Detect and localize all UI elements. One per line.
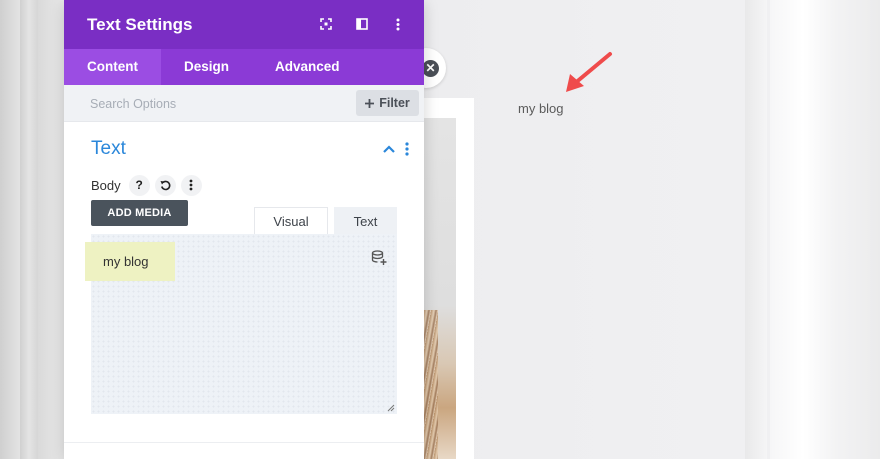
filter-label: Filter (379, 96, 410, 110)
text-section-header[interactable]: Text (64, 122, 424, 174)
sidebar-layout-icon[interactable] (353, 14, 371, 34)
modal-tabs: Content Design Advanced (64, 49, 424, 85)
resize-handle-icon[interactable] (387, 404, 395, 412)
section-title: Text (91, 138, 126, 159)
background-door (770, 0, 880, 459)
undo-icon[interactable] (154, 174, 176, 196)
modal-title: Text Settings (87, 14, 193, 34)
editor-tab-text[interactable]: Text (334, 207, 397, 235)
tab-design[interactable]: Design (161, 49, 252, 85)
preview-text-module[interactable]: my blog (518, 101, 564, 116)
body-editor[interactable]: my blog (85, 234, 397, 414)
field-more-icon[interactable] (180, 174, 202, 196)
section-more-icon[interactable] (404, 141, 410, 157)
header-icons (317, 14, 407, 34)
arrow-icon (566, 52, 612, 92)
expand-icon[interactable] (317, 14, 335, 34)
body-label: Body (91, 177, 121, 193)
editor-content[interactable]: my blog (85, 242, 175, 281)
background-door-edge (745, 0, 767, 459)
body-field-row: Body ? (91, 174, 202, 196)
preview-photo-hair (424, 310, 438, 459)
text-settings-modal: Text Settings Content Design Advanced Fi… (64, 0, 424, 459)
search-row: Filter (64, 85, 424, 122)
editor-tab-visual[interactable]: Visual (254, 207, 328, 235)
question-icon[interactable]: ? (128, 174, 150, 196)
close-icon: ✕ (422, 59, 439, 77)
filter-button[interactable]: Filter (356, 90, 419, 116)
database-add-icon[interactable] (371, 250, 387, 266)
more-vertical-icon[interactable] (389, 14, 407, 34)
tab-advanced[interactable]: Advanced (252, 49, 363, 85)
add-media-button[interactable]: ADD MEDIA (91, 200, 188, 226)
chevron-up-icon[interactable] (382, 144, 396, 154)
section-divider (64, 442, 424, 443)
search-options-input[interactable] (90, 85, 330, 122)
background-pillar (20, 0, 38, 459)
plus-icon (365, 98, 375, 108)
modal-header: Text Settings (64, 0, 424, 49)
tab-content[interactable]: Content (64, 49, 161, 85)
